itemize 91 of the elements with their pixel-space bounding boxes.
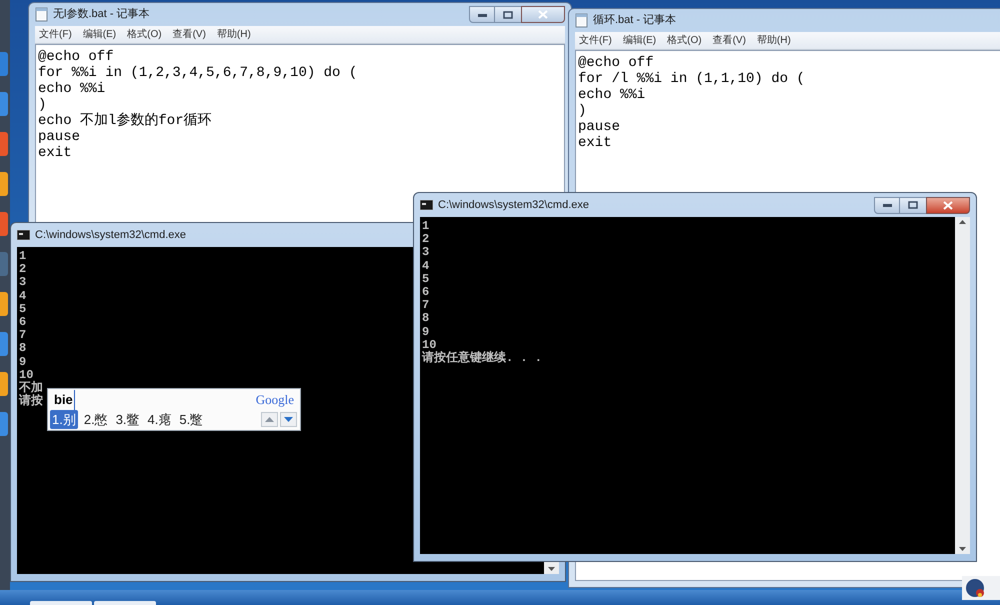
scroll-down-icon bbox=[959, 547, 966, 551]
maximize-button[interactable] bbox=[495, 6, 521, 23]
menu-item[interactable]: 文件(F) bbox=[579, 33, 612, 48]
app-icon[interactable] bbox=[0, 92, 8, 116]
console-line: 8 bbox=[422, 312, 430, 326]
console-line: 1 bbox=[19, 250, 26, 264]
previous-page-button[interactable] bbox=[261, 412, 278, 427]
window-title: C:\windows\system32\cmd.exe bbox=[438, 198, 589, 213]
minimize-button[interactable] bbox=[469, 6, 495, 23]
console-line: 5 bbox=[422, 272, 430, 286]
console-line: 请按任意键继续. . . bbox=[422, 352, 542, 366]
console-line: 2 bbox=[19, 263, 26, 276]
app-icon[interactable] bbox=[0, 372, 8, 396]
code-line: exit bbox=[38, 145, 73, 161]
code-line: echo 不加l参数的for循环 bbox=[38, 113, 213, 129]
menu-item[interactable]: 帮助(H) bbox=[756, 33, 791, 48]
console-line: 请按 bbox=[19, 395, 43, 408]
console-line: 7 bbox=[19, 329, 26, 342]
console-line: 4 bbox=[19, 290, 26, 303]
close-icon bbox=[943, 200, 953, 210]
menu-item[interactable]: 查看(V) bbox=[712, 33, 746, 48]
scroll-up-icon bbox=[959, 220, 966, 224]
console-line: 10 bbox=[19, 368, 34, 382]
menu-item[interactable]: 查看(V) bbox=[172, 27, 206, 42]
chevron-up-icon bbox=[265, 416, 274, 422]
app-icon[interactable] bbox=[0, 292, 8, 316]
window-title: 循环.bat - 记事本 bbox=[593, 13, 676, 28]
close-icon bbox=[538, 10, 548, 19]
ime-candidate[interactable]: 3.鳖 bbox=[114, 410, 142, 429]
code-line: pause bbox=[578, 119, 622, 135]
console-line: 2 bbox=[422, 233, 430, 246]
code-line: for %%i in (1,2,3,4,5,6,7,8,9,10) do ( bbox=[38, 65, 358, 81]
app-icon[interactable] bbox=[0, 52, 8, 76]
app-icon[interactable] bbox=[0, 332, 8, 356]
console-line: 5 bbox=[19, 302, 26, 316]
code-line: ) bbox=[38, 97, 48, 113]
console-line: 3 bbox=[19, 276, 26, 290]
notepad-icon bbox=[35, 7, 48, 22]
console-line: 不加 bbox=[19, 382, 43, 396]
code-line: pause bbox=[38, 129, 82, 145]
maximize-icon bbox=[908, 201, 918, 209]
minimize-button[interactable] bbox=[874, 196, 900, 214]
console-icon bbox=[420, 200, 433, 210]
menu-item[interactable]: 文件(F) bbox=[39, 27, 72, 42]
ime-candidate[interactable]: 1.别 bbox=[50, 410, 78, 429]
menu-item[interactable]: 编辑(E) bbox=[82, 27, 116, 42]
code-line: ) bbox=[578, 103, 588, 119]
close-button[interactable] bbox=[926, 196, 970, 214]
console-line: 6 bbox=[422, 286, 430, 300]
app-icon[interactable] bbox=[0, 412, 8, 436]
maximize-icon bbox=[503, 10, 513, 18]
console-line: 10 bbox=[422, 338, 436, 352]
tray-icon[interactable] bbox=[965, 578, 985, 598]
menu-item[interactable]: 格式(O) bbox=[127, 27, 162, 42]
console-line: 3 bbox=[422, 246, 430, 260]
app-icon[interactable] bbox=[0, 212, 8, 236]
ime-candidate[interactable]: 4.瘪 bbox=[146, 410, 174, 429]
menu-item[interactable]: 帮助(H) bbox=[216, 27, 251, 42]
console-line: 7 bbox=[422, 299, 430, 312]
scroll-down-icon bbox=[548, 567, 555, 571]
scrollbar[interactable] bbox=[955, 217, 970, 554]
minimize-icon bbox=[882, 203, 892, 207]
minimize-icon bbox=[478, 12, 486, 16]
chevron-down-icon bbox=[284, 416, 293, 422]
console-line: 9 bbox=[422, 326, 430, 339]
code-line: echo %%i bbox=[578, 87, 646, 103]
menu-item[interactable]: 格式(O) bbox=[667, 33, 702, 48]
app-icon[interactable] bbox=[0, 132, 8, 156]
brand-logo: Google bbox=[256, 391, 294, 409]
close-button[interactable] bbox=[521, 6, 565, 23]
menu-item[interactable]: 编辑(E) bbox=[622, 33, 656, 48]
code-line: for /l %%i in (1,1,10) do ( bbox=[578, 71, 806, 87]
code-line: echo %%i bbox=[38, 81, 106, 97]
app-icon[interactable] bbox=[0, 172, 8, 196]
ime-candidate[interactable]: 2.憋 bbox=[82, 410, 110, 429]
next-page-button[interactable] bbox=[280, 412, 297, 427]
code-line: @echo off bbox=[38, 49, 115, 65]
notepad-icon bbox=[575, 13, 588, 28]
console-line: 1 bbox=[422, 220, 430, 234]
console-line: 8 bbox=[19, 342, 26, 356]
window-title: C:\windows\system32\cmd.exe bbox=[35, 228, 186, 243]
console-line: 9 bbox=[19, 356, 26, 369]
code-line: exit bbox=[578, 135, 613, 151]
console-line: 6 bbox=[19, 316, 26, 330]
app-icon[interactable] bbox=[0, 252, 8, 276]
window-title: 无l参数.bat - 记事本 bbox=[53, 7, 150, 22]
console-icon bbox=[17, 230, 30, 240]
maximize-button[interactable] bbox=[900, 196, 926, 214]
ime-candidate[interactable]: 5.蹩 bbox=[177, 410, 206, 429]
code-line: @echo off bbox=[578, 55, 655, 71]
console-line: 4 bbox=[422, 260, 430, 273]
